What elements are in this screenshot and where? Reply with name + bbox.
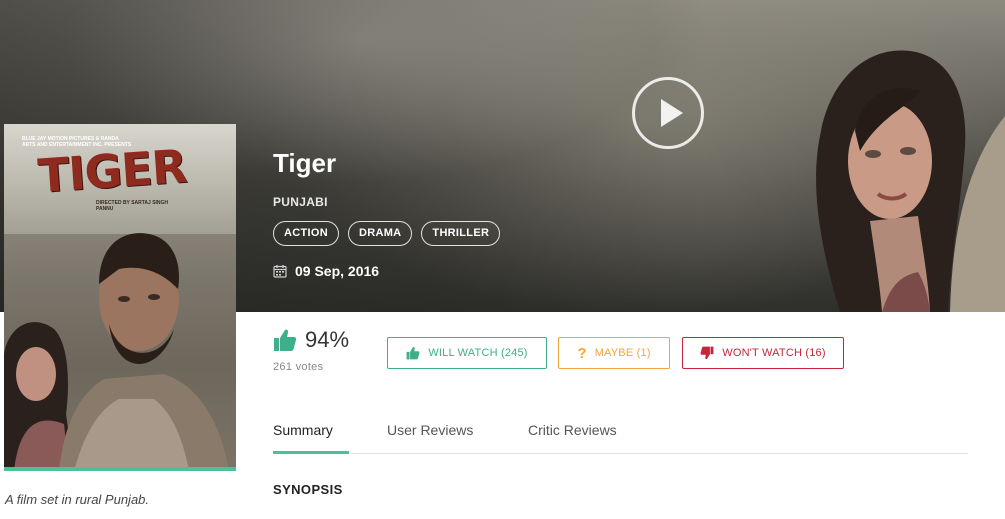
maybe-button[interactable]: ? MAYBE (1) — [558, 337, 670, 369]
maybe-label: MAYBE (1) — [594, 347, 651, 359]
question-icon: ? — [577, 344, 587, 362]
tab-summary[interactable]: Summary — [273, 422, 333, 438]
wont-watch-button[interactable]: WON'T WATCH (16) — [682, 337, 844, 369]
thumbs-down-icon — [700, 346, 714, 360]
hero-backdrop-figure — [816, 50, 1005, 312]
wont-watch-label: WON'T WATCH (16) — [722, 347, 826, 359]
poster-title: TIGER — [36, 138, 188, 204]
will-watch-button[interactable]: WILL WATCH (245) — [387, 337, 547, 369]
synopsis-heading: SYNOPSIS — [273, 482, 343, 497]
release-date: 09 Sep, 2016 — [295, 263, 380, 279]
movie-poster: BLUE JAY MOTION PICTURES & RANDA ARTS AN… — [4, 124, 236, 471]
content-tabs: Summary User Reviews Critic Reviews — [273, 415, 968, 454]
movie-title: Tiger — [273, 148, 337, 178]
play-icon — [661, 99, 683, 127]
active-tab-indicator — [273, 451, 349, 454]
calendar-icon — [273, 265, 287, 278]
vote-count: 261 votes — [273, 361, 324, 373]
movie-logline: A film set in rural Punjab. — [5, 492, 150, 507]
genre-list: ACTION DRAMA THRILLER — [273, 221, 501, 246]
genre-chip-action[interactable]: ACTION — [273, 221, 339, 246]
release-info: 09 Sep, 2016 — [273, 263, 379, 279]
movie-language[interactable]: PUNJABI — [273, 195, 328, 209]
poster-credit: DIRECTED BY SARTAJ SINGH PANNU — [96, 200, 169, 212]
will-watch-label: WILL WATCH (245) — [428, 347, 528, 359]
genre-chip-drama[interactable]: DRAMA — [347, 221, 413, 246]
tab-critic-reviews[interactable]: Critic Reviews — [528, 422, 617, 438]
thumbs-up-icon — [274, 329, 297, 351]
genre-chip-thriller[interactable]: THRILLER — [421, 221, 501, 246]
rating-summary: 94% — [273, 327, 349, 353]
thumbs-up-icon — [406, 346, 420, 360]
tab-user-reviews[interactable]: User Reviews — [387, 422, 473, 438]
rating-percent: 94% — [305, 327, 350, 352]
play-trailer-button[interactable] — [632, 77, 704, 149]
